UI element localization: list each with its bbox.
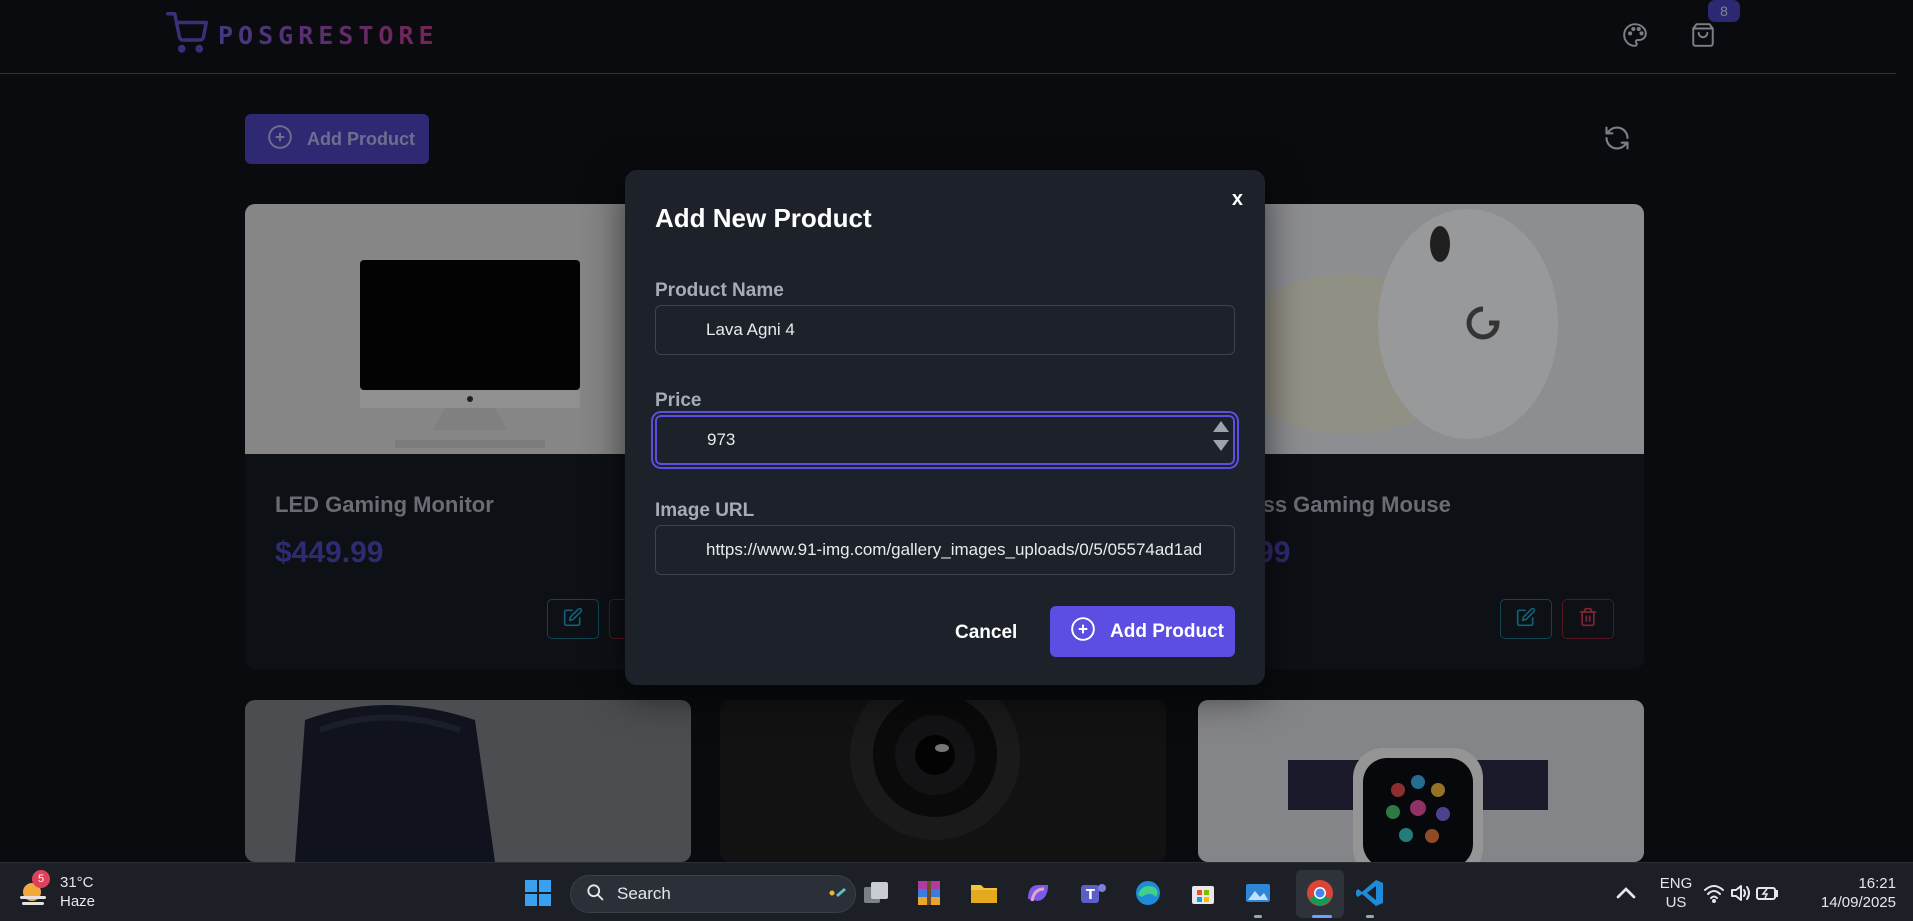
add-product-modal: x Add New Product Product Name Lava Agni… — [625, 170, 1265, 685]
close-button[interactable]: x — [1232, 188, 1243, 211]
weather-alert-badge: 5 — [32, 870, 50, 888]
weather-widget[interactable]: 5 31°C Haze — [16, 870, 96, 911]
image-url-input[interactable]: https://www.91-img.com/gallery_images_up… — [655, 525, 1235, 575]
stepper-up-icon[interactable] — [1213, 421, 1229, 432]
product-name-label: Product Name — [655, 280, 784, 301]
product-name-input[interactable]: Lava Agni 4 — [655, 305, 1235, 355]
price-label: Price — [655, 390, 702, 411]
volume-icon[interactable] — [1728, 875, 1752, 911]
search-highlight-icon — [827, 882, 847, 907]
weather-haze-icon: 5 — [16, 870, 52, 910]
search-label: Search — [617, 884, 671, 903]
time-text: 16:21 — [1858, 875, 1896, 892]
search-icon — [585, 882, 605, 907]
image-url-label: Image URL — [655, 500, 755, 521]
task-view-icon[interactable] — [858, 875, 894, 911]
price-value: 973 — [707, 430, 736, 449]
submit-label: Add Product — [1110, 620, 1224, 642]
microsoft-store-icon[interactable] — [1185, 875, 1221, 911]
clock[interactable]: 16:21 14/09/2025 — [1806, 874, 1896, 912]
running-indicator — [1312, 915, 1332, 918]
edge-browser-icon[interactable] — [1130, 875, 1166, 911]
price-input[interactable]: 973 — [655, 415, 1235, 465]
chevron-up-icon[interactable] — [1608, 875, 1644, 911]
teams-icon[interactable]: T — [1075, 875, 1111, 911]
temperature-text: 31°C — [60, 874, 94, 891]
taskbar-search[interactable]: Search — [570, 875, 856, 913]
copilot-icon[interactable] — [1020, 875, 1056, 911]
chrome-icon[interactable] — [1302, 875, 1338, 911]
battery-icon[interactable] — [1754, 875, 1780, 911]
modal-title: Add New Product — [655, 203, 872, 233]
date-text: 14/09/2025 — [1820, 894, 1896, 911]
stepper-down-icon[interactable] — [1213, 440, 1229, 451]
plus-circle-icon — [1070, 616, 1096, 648]
photos-icon[interactable] — [1240, 875, 1276, 911]
region-code: US — [1665, 894, 1687, 911]
wifi-icon[interactable] — [1702, 875, 1726, 911]
svg-text:T: T — [1086, 888, 1095, 903]
language-code: ENG — [1659, 875, 1693, 892]
windows-start-icon[interactable] — [520, 875, 556, 911]
weather-condition-text: Haze — [60, 893, 96, 910]
file-explorer-icon[interactable] — [966, 875, 1002, 911]
cancel-button[interactable]: Cancel — [955, 622, 1017, 644]
submit-add-product-button[interactable]: Add Product — [1050, 606, 1235, 657]
running-indicator — [1254, 915, 1262, 918]
language-indicator[interactable]: ENG US — [1658, 874, 1694, 912]
running-indicator — [1366, 915, 1374, 918]
taskbar: 5 31°C Haze Search T ENG US 16:21 14/09/… — [0, 862, 1913, 921]
number-stepper[interactable] — [1213, 421, 1229, 451]
vscode-icon[interactable] — [1352, 875, 1388, 911]
winrar-icon[interactable] — [911, 875, 947, 911]
